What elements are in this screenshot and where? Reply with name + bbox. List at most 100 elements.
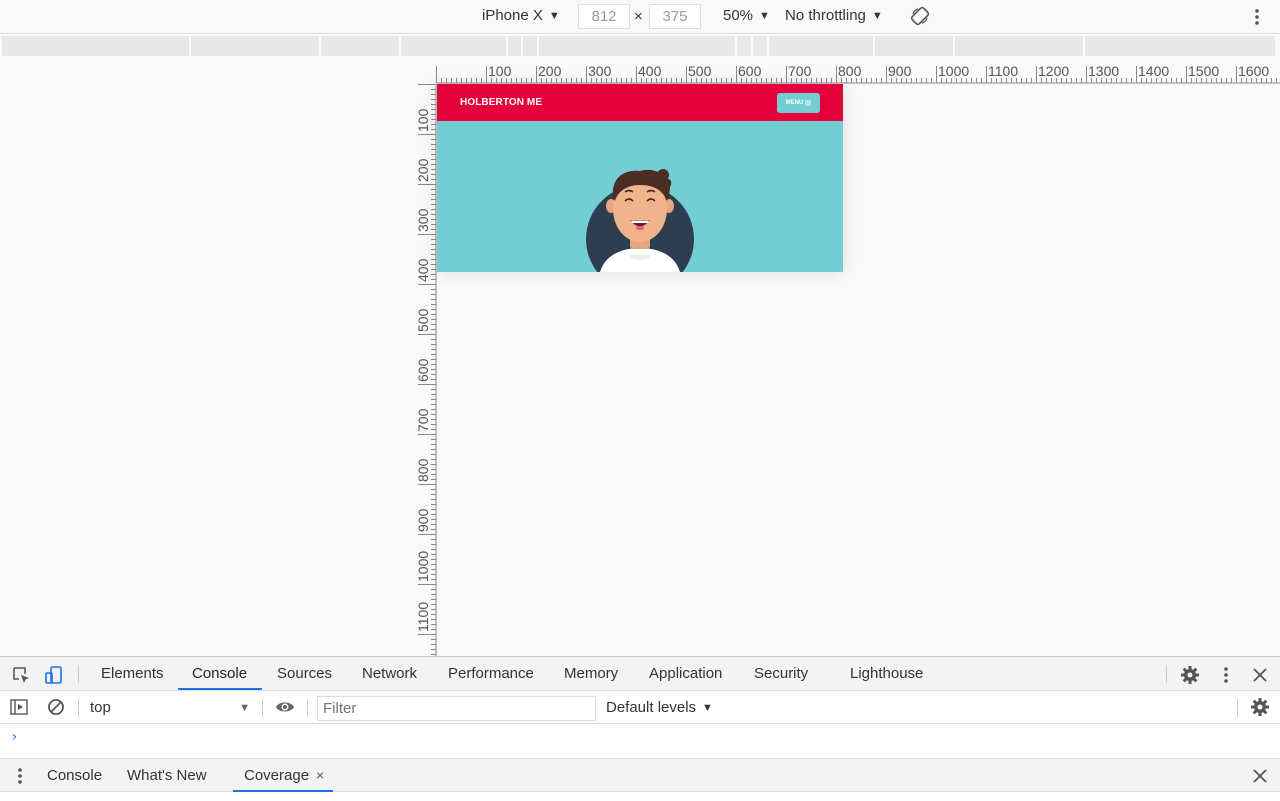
ruler-label: 200 — [538, 63, 562, 79]
more-options-icon[interactable] — [1250, 6, 1264, 28]
ruler-label: 500 — [415, 308, 431, 332]
media-query-bar — [2, 36, 1280, 56]
media-query-segment[interactable] — [523, 36, 539, 56]
drawer-tab-console[interactable]: Console — [47, 759, 102, 792]
device-toolbar: iPhone X ▼ × 50% ▼ No throttling ▼ — [0, 0, 1280, 34]
dropdown-arrow-icon: ▼ — [239, 702, 250, 714]
ruler-label: 400 — [415, 258, 431, 282]
media-query-segment[interactable] — [2, 36, 191, 56]
ruler-label: 300 — [588, 63, 612, 79]
toolbar-divider — [78, 665, 79, 683]
ruler-label: 100 — [488, 63, 512, 79]
drawer-menu-icon[interactable] — [10, 766, 30, 786]
active-tab-indicator — [178, 688, 262, 690]
tab-console[interactable]: Console — [192, 657, 247, 691]
device-select[interactable]: iPhone X ▼ — [482, 7, 560, 24]
ruler-label: 300 — [415, 208, 431, 232]
ruler-label: 600 — [738, 63, 762, 79]
ruler-label: 800 — [838, 63, 862, 79]
toolbar-divider — [78, 699, 79, 717]
tab-memory[interactable]: Memory — [564, 657, 618, 691]
ruler-label: 1100 — [415, 602, 431, 632]
dropdown-arrow-icon: ▼ — [871, 9, 883, 22]
ruler-label: 1200 — [1038, 63, 1069, 79]
ruler-label: 1500 — [1188, 63, 1219, 79]
device-viewport: HOLBERTON ME MENU — [437, 84, 843, 272]
devtools-panel: Elements Console Sources Network Perform… — [0, 656, 1280, 801]
dropdown-arrow-icon: ▼ — [548, 9, 560, 22]
media-query-segment[interactable] — [1085, 36, 1275, 56]
ruler-label: 600 — [415, 358, 431, 382]
ruler-label: 700 — [415, 408, 431, 432]
tab-security[interactable]: Security — [754, 657, 808, 691]
toolbar-divider — [1237, 699, 1238, 717]
context-value: top — [90, 699, 111, 716]
dropdown-arrow-icon: ▼ — [759, 9, 770, 22]
media-query-segment[interactable] — [769, 36, 875, 56]
rotate-icon[interactable] — [910, 6, 930, 26]
ruler-label: 500 — [688, 63, 712, 79]
console-prompt[interactable]: › — [10, 729, 18, 745]
menu-label: MENU — [785, 100, 804, 106]
viewport-height-input[interactable] — [649, 4, 701, 29]
tab-sources[interactable]: Sources — [277, 657, 332, 691]
ruler-label: 700 — [788, 63, 812, 79]
tab-lighthouse[interactable]: Lighthouse — [850, 657, 923, 691]
ruler-label: 1100 — [988, 63, 1018, 79]
clear-console-icon[interactable] — [46, 697, 66, 717]
throttling-value: No throttling — [785, 7, 866, 24]
log-levels-select[interactable]: Default levels ▼ — [606, 699, 713, 716]
device-name: iPhone X — [482, 7, 543, 24]
ruler-label: 200 — [415, 158, 431, 182]
viewport-width-input[interactable] — [578, 4, 630, 29]
media-query-segment[interactable] — [753, 36, 769, 56]
tab-elements[interactable]: Elements — [101, 657, 164, 691]
media-query-segment[interactable] — [191, 36, 321, 56]
tab-network[interactable]: Network — [362, 657, 417, 691]
settings-gear-icon[interactable] — [1180, 665, 1200, 685]
ruler-label: 1000 — [938, 63, 969, 79]
tab-performance[interactable]: Performance — [448, 657, 534, 691]
media-query-segment[interactable] — [401, 36, 508, 56]
drawer-tab-coverage[interactable]: Coverage — [244, 759, 309, 792]
ruler-label: 900 — [415, 508, 431, 532]
drawer-tab-whats-new[interactable]: What's New — [127, 759, 207, 792]
media-query-segment[interactable] — [737, 36, 753, 56]
media-query-segment[interactable] — [955, 36, 1085, 56]
throttling-select[interactable]: No throttling ▼ — [785, 7, 883, 24]
close-devtools-icon[interactable] — [1250, 665, 1270, 685]
context-select[interactable]: top ▼ — [90, 696, 252, 720]
ruler-label: 900 — [888, 63, 912, 79]
log-levels-value: Default levels — [606, 699, 697, 716]
dropdown-arrow-icon: ▼ — [702, 701, 713, 714]
close-coverage-tab-icon[interactable]: × — [316, 759, 324, 792]
toolbar-divider — [262, 699, 263, 717]
hamburger-icon — [805, 100, 812, 106]
media-query-segment[interactable] — [539, 36, 737, 56]
live-expression-eye-icon[interactable] — [275, 697, 295, 717]
show-sidebar-icon[interactable] — [9, 697, 29, 717]
media-query-segment[interactable] — [875, 36, 955, 56]
filter-input[interactable] — [317, 696, 596, 721]
zoom-select[interactable]: 50% ▼ — [723, 7, 770, 24]
drawer-tabbar: Console What's New Coverage × — [0, 758, 1280, 792]
ruler-label: 800 — [415, 458, 431, 482]
media-query-segment[interactable] — [321, 36, 401, 56]
menu-button[interactable]: MENU — [777, 93, 820, 113]
customize-menu-icon[interactable] — [1216, 665, 1236, 685]
device-toolbar-toggle-icon[interactable] — [44, 665, 64, 685]
zoom-value: 50% — [723, 7, 754, 24]
inspect-element-icon[interactable] — [11, 665, 31, 685]
devtools-tabbar: Elements Console Sources Network Perform… — [0, 657, 1280, 691]
toolbar-divider — [1166, 665, 1167, 683]
horizontal-ruler: 100 200 300 400 500 600 700 800 900 1000 1100 1200 1… — [436, 63, 1280, 84]
active-drawer-tab-indicator — [233, 790, 333, 792]
console-toolbar: top ▼ Default levels ▼ — [0, 691, 1280, 724]
close-drawer-icon[interactable] — [1250, 766, 1270, 786]
tab-application[interactable]: Application — [649, 657, 722, 691]
ruler-label: 1400 — [1138, 63, 1169, 79]
site-logo[interactable]: HOLBERTON ME — [460, 97, 542, 108]
console-settings-gear-icon[interactable] — [1250, 697, 1270, 717]
dimension-separator: × — [634, 8, 643, 25]
media-query-segment[interactable] — [508, 36, 523, 56]
